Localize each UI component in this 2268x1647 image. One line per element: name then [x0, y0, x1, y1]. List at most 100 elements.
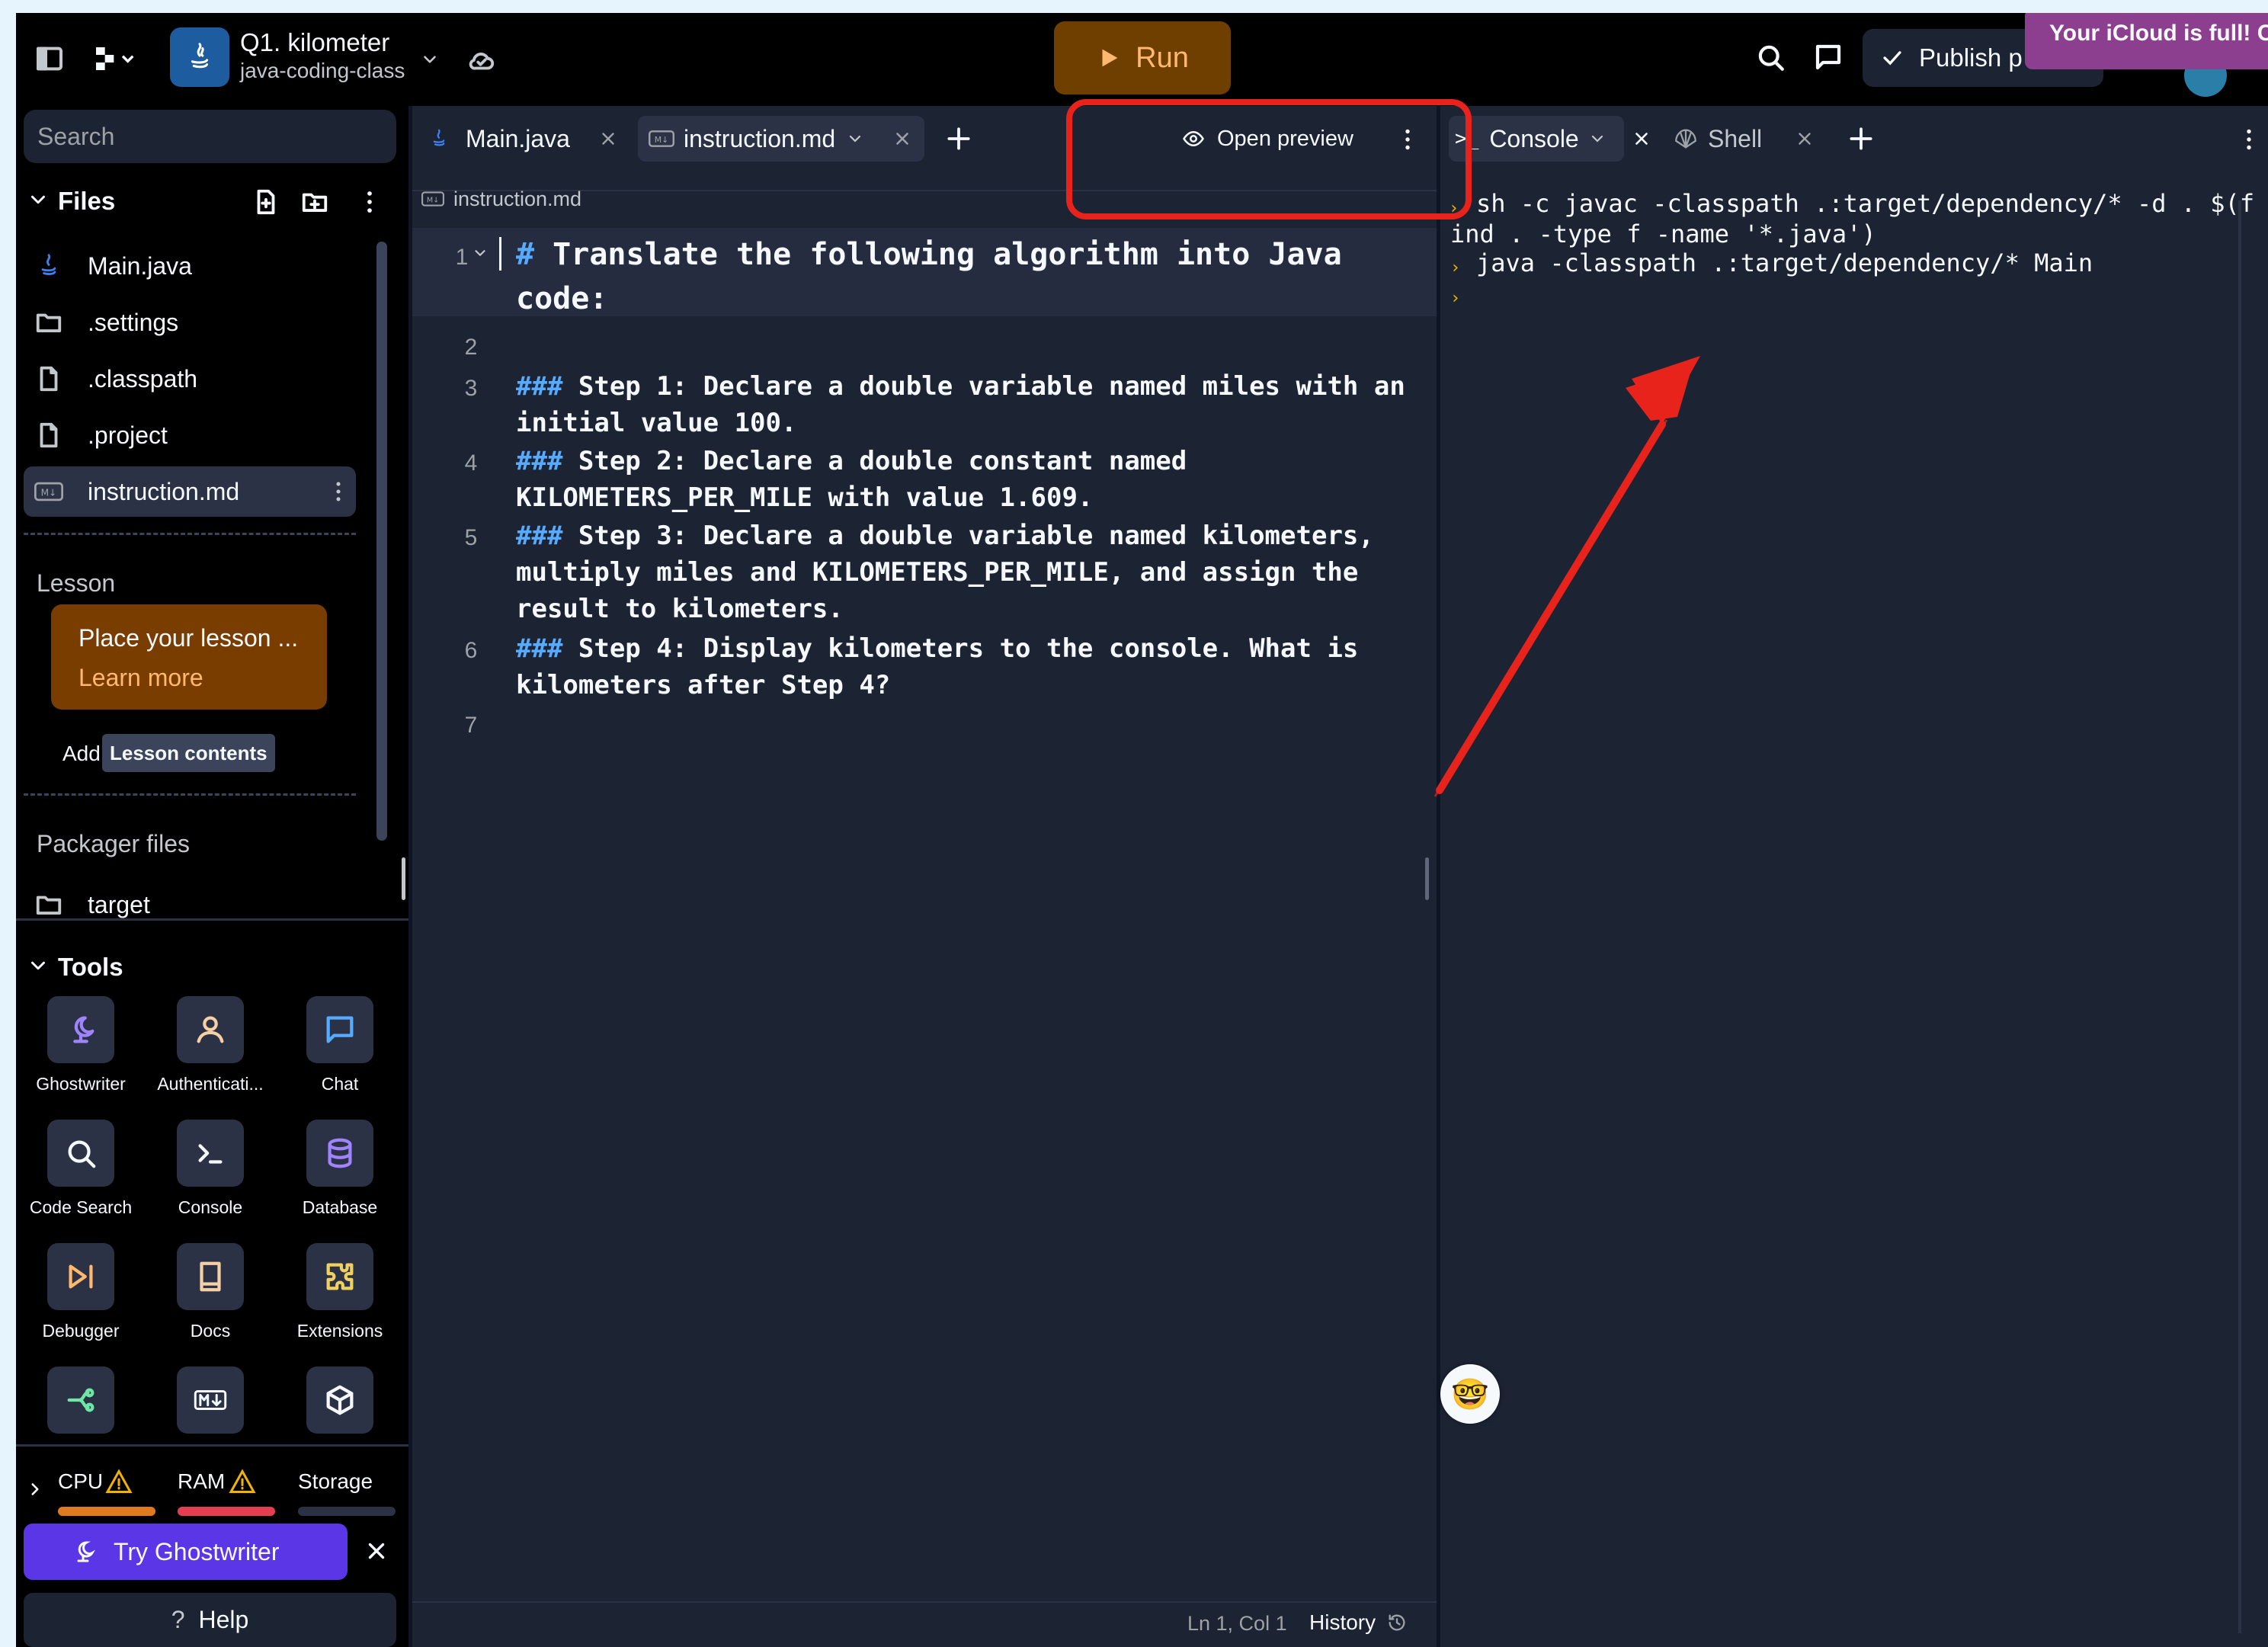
file-item-project[interactable]: .project — [24, 410, 356, 460]
line-number: 6 — [464, 638, 478, 663]
file-item-instruction-md[interactable]: M↓ instruction.md — [24, 466, 356, 517]
svg-text:M↓: M↓ — [655, 135, 669, 145]
ram-usage-bar — [178, 1507, 275, 1516]
tool-extensions[interactable]: Extensions — [275, 1243, 405, 1350]
new-folder-icon[interactable] — [300, 187, 329, 216]
tool-ghostwriter[interactable]: Ghostwriter — [16, 996, 146, 1103]
line-number: 7 — [464, 713, 478, 738]
console-scrollbar[interactable] — [2238, 200, 2241, 1633]
file-item-classpath[interactable]: .classpath — [24, 354, 356, 404]
code-text: kilometers after Step 4? — [516, 670, 891, 700]
code-line: ### Step 1: Declare a double variable na… — [516, 368, 1405, 405]
nerd-face-icon: 🤓 — [1451, 1377, 1489, 1411]
breadcrumb: M↓ instruction.md — [421, 184, 581, 214]
try-ghostwriter-button[interactable]: Try Ghostwriter — [24, 1524, 348, 1580]
tool-packages[interactable] — [275, 1367, 405, 1473]
shell-icon — [1675, 129, 1696, 149]
close-icon[interactable] — [892, 129, 912, 149]
code-line: # Translate the following algorithm into… — [516, 232, 1342, 277]
breadcrumb-file: instruction.md — [453, 187, 582, 210]
sidebar-search-input[interactable]: Search — [24, 110, 396, 163]
icloud-banner-text: Your iCloud is full! C — [2049, 21, 2268, 46]
cloud-sync-icon[interactable] — [467, 46, 496, 75]
code-text: Translate the following algorithm into J… — [534, 237, 1342, 272]
code-text: Step 1: Declare a double variable named … — [562, 371, 1405, 402]
search-icon[interactable] — [1754, 41, 1786, 73]
tool-git[interactable] — [16, 1367, 146, 1473]
add-tab-icon[interactable] — [944, 124, 973, 153]
code-text: Step 2: Declare a double constant named — [562, 446, 1187, 476]
package-icon — [326, 1385, 354, 1415]
cursor-position[interactable]: Ln 1, Col 1 — [1187, 1612, 1287, 1636]
close-icon[interactable] — [364, 1538, 389, 1564]
chevron-down-icon[interactable] — [1588, 130, 1606, 148]
tool-markdown[interactable] — [146, 1367, 275, 1473]
code-line: code: — [516, 277, 607, 321]
panel-resize-handle[interactable] — [1425, 857, 1429, 900]
markdown-heading-marker: ### — [516, 521, 563, 551]
files-more-icon[interactable] — [355, 187, 384, 216]
close-icon[interactable] — [1795, 129, 1815, 149]
code-line: kilometers after Step 4? — [516, 667, 890, 703]
run-button[interactable]: Run — [1054, 21, 1231, 95]
text-cursor — [499, 237, 501, 271]
search-icon — [68, 1140, 96, 1168]
help-button[interactable]: ? Help — [24, 1593, 396, 1647]
folder-icon — [34, 890, 63, 919]
console-output-line: sh -c javac -classpath .:target/dependen… — [1476, 189, 2255, 218]
annotation-highlight-box — [1066, 99, 1472, 219]
sidebar-resize-handle[interactable] — [402, 857, 405, 900]
tool-code-search[interactable]: Code Search — [16, 1120, 146, 1226]
help-label: Help — [198, 1606, 249, 1633]
code-text: multiply miles and KILOMETERS_PER_MILE, … — [516, 557, 1359, 588]
new-file-icon[interactable] — [251, 187, 280, 216]
tab-shell[interactable]: Shell — [1673, 116, 1825, 162]
file-item-main-java[interactable]: Main.java — [24, 241, 356, 291]
close-icon[interactable] — [1632, 129, 1651, 149]
sidebar-scrollbar[interactable] — [376, 242, 387, 841]
chevron-down-icon[interactable] — [420, 50, 440, 69]
file-item-settings[interactable]: .settings — [24, 297, 356, 348]
icloud-notification[interactable]: Your iCloud is full! C — [2025, 13, 2268, 69]
help-icon: ? — [171, 1606, 185, 1633]
chat-icon[interactable] — [1812, 41, 1844, 73]
tab-label: Console — [1489, 124, 1579, 152]
check-icon — [1883, 51, 1901, 66]
lesson-add-label[interactable]: Add — [62, 742, 101, 766]
tools-collapse-icon[interactable] — [27, 954, 50, 977]
tool-debugger[interactable]: Debugger — [16, 1243, 146, 1350]
editor-panel — [412, 106, 1437, 1647]
line-number: 3 — [464, 376, 478, 401]
lesson-card-title: Place your lesson ... — [78, 624, 299, 652]
sidebar-divider — [24, 533, 356, 535]
console-more-icon[interactable] — [2235, 126, 2263, 153]
files-header[interactable]: Files — [58, 187, 115, 216]
workspace-menu-icon[interactable] — [92, 43, 138, 74]
tab-main-java[interactable]: Main.java — [424, 116, 629, 162]
tool-chat[interactable]: Chat — [275, 996, 405, 1103]
code-line: ### Step 4: Display kilometers to the co… — [516, 630, 1358, 667]
tab-label: instruction.md — [684, 124, 836, 152]
tool-console[interactable]: Console — [146, 1120, 275, 1226]
file-item-target[interactable]: target — [24, 880, 356, 930]
lesson-card[interactable]: Place your lesson ... Learn more — [51, 604, 327, 710]
tab-console[interactable]: >_ Console — [1449, 116, 1624, 162]
lesson-learn-more-link[interactable]: Learn more — [78, 664, 203, 692]
chevron-down-icon[interactable] — [846, 130, 864, 148]
tool-database[interactable]: Database — [275, 1120, 405, 1226]
chevron-right-icon[interactable] — [25, 1479, 45, 1499]
tools-header[interactable]: Tools — [58, 953, 123, 982]
markdown-heading-marker: ### — [516, 446, 563, 476]
avatar-emoji-button[interactable]: 🤓 — [1440, 1364, 1500, 1424]
file-more-icon[interactable] — [325, 479, 351, 505]
tool-authentication[interactable]: Authenticati... — [146, 996, 275, 1103]
markdown-icon: M↓ — [421, 191, 444, 207]
add-tab-icon[interactable] — [1847, 124, 1876, 153]
tool-docs[interactable]: Docs — [146, 1243, 275, 1350]
history-button[interactable]: History — [1309, 1610, 1408, 1635]
sidebar-toggle-icon[interactable] — [34, 43, 65, 74]
close-icon[interactable] — [598, 129, 618, 149]
project-title[interactable]: Q1. kilometer — [240, 28, 389, 57]
tab-instruction-md[interactable]: M↓ instruction.md — [638, 116, 924, 162]
files-collapse-icon[interactable] — [27, 188, 50, 211]
